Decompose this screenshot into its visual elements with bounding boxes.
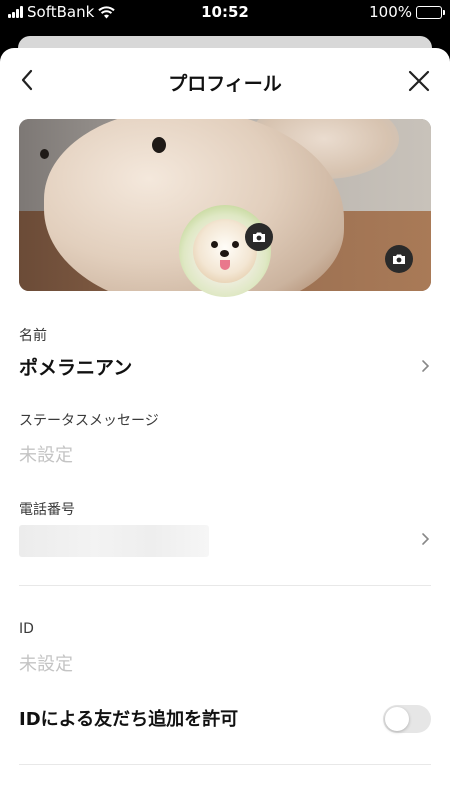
camera-icon	[393, 254, 405, 264]
allow-add-by-id-label: IDによる友だち追加を許可	[19, 709, 239, 730]
status-message-label: ステータスメッセージ	[19, 413, 159, 429]
phone-label: 電話番号	[19, 502, 75, 518]
avatar[interactable]	[179, 205, 271, 297]
cover-camera-button[interactable]	[385, 245, 413, 273]
name-label: 名前	[19, 328, 47, 344]
profile-sheet: プロフィール 名前 ポメラニアン ステータスメッセージ 未設定 電話番号 ID …	[0, 48, 450, 800]
nav-bar: プロフィール	[0, 48, 450, 114]
chevron-right-icon[interactable]	[419, 358, 431, 374]
battery-icon	[416, 5, 445, 19]
toggle-knob	[385, 707, 409, 731]
phone-number-blurred[interactable]	[19, 525, 209, 557]
id-label: ID	[19, 621, 34, 637]
divider	[19, 585, 431, 586]
divider	[19, 764, 431, 765]
avatar-camera-button[interactable]	[245, 223, 273, 251]
chevron-right-icon[interactable]	[419, 531, 431, 547]
status-bar: SoftBank 10:52 100%	[0, 0, 450, 26]
status-right: 100%	[369, 3, 445, 21]
page-title: プロフィール	[168, 73, 282, 95]
status-message-value[interactable]: 未設定	[19, 441, 73, 467]
camera-icon	[253, 232, 265, 242]
name-value[interactable]: ポメラニアン	[19, 353, 132, 380]
allow-add-by-id-toggle[interactable]	[383, 705, 431, 733]
battery-percent: 100%	[369, 3, 412, 21]
close-icon[interactable]	[406, 68, 432, 94]
id-value[interactable]: 未設定	[19, 650, 73, 676]
